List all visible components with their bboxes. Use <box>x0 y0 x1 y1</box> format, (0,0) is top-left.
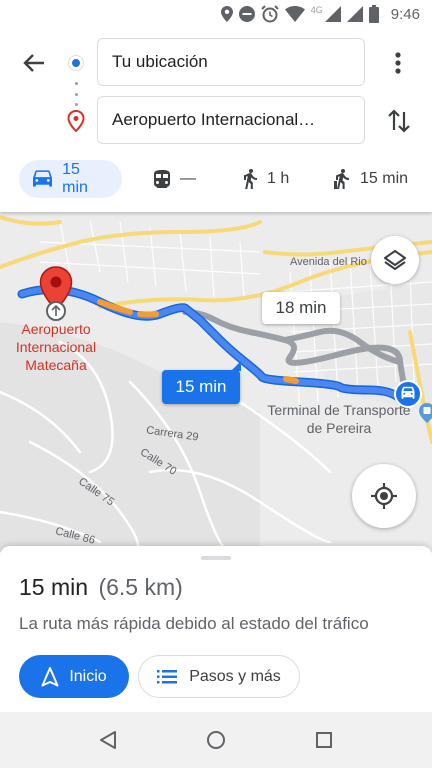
swap-button[interactable] <box>384 104 414 138</box>
route-duration: 15 min (6.5 km) <box>19 574 183 601</box>
mode-transit[interactable]: — <box>154 160 196 198</box>
triangle-back-icon <box>100 731 116 749</box>
bus-station-icon <box>419 403 432 423</box>
layers-icon <box>384 250 406 270</box>
mode-driving[interactable]: 15 min <box>19 160 122 198</box>
layers-button[interactable] <box>371 236 419 284</box>
more-options-button[interactable] <box>386 48 410 78</box>
system-back-button[interactable] <box>96 728 120 752</box>
battery-icon <box>368 5 379 23</box>
route-summary-text: La ruta más rápida debido al estado del … <box>19 614 369 633</box>
signal-icon <box>324 6 341 22</box>
system-recents-button[interactable] <box>312 728 336 752</box>
clock: 9:46 <box>390 5 420 23</box>
route-dots-icon <box>75 82 78 106</box>
swap-vert-icon <box>388 109 410 133</box>
square-recents-icon <box>316 732 332 748</box>
distance-value: (6.5 km) <box>98 574 183 600</box>
sheet-drag-handle[interactable] <box>201 556 231 560</box>
street-label: Avenida del Rio <box>290 256 367 268</box>
train-icon <box>154 170 170 188</box>
more-vert-icon <box>395 52 401 74</box>
airport-label: Aeropuerto Internacional Matecaña <box>15 321 97 373</box>
do-not-disturb-icon <box>238 6 255 22</box>
signal-2-icon <box>346 6 363 22</box>
wifi-icon <box>284 6 305 22</box>
location-icon <box>220 6 233 22</box>
steps-and-more-button[interactable]: Pasos y más <box>138 655 300 698</box>
duration-value: 15 min <box>19 574 89 600</box>
origin-dot-icon <box>69 56 83 70</box>
arrow-back-icon <box>23 54 44 72</box>
system-navigation-bar <box>0 712 432 768</box>
alarm-icon <box>261 5 279 23</box>
map-view[interactable]: Avenida del Rio Carrera 29 Calle 70 Call… <box>0 212 432 552</box>
mode-ride[interactable]: 15 min <box>334 160 408 198</box>
car-destination-icon <box>394 380 422 408</box>
navigation-arrow-icon <box>41 666 59 686</box>
car-icon <box>33 170 53 187</box>
mode-walking[interactable]: 1 h <box>243 160 289 198</box>
walk-icon <box>244 169 257 189</box>
back-button[interactable] <box>18 50 50 76</box>
destination-pin-icon <box>67 110 85 132</box>
list-icon <box>157 669 178 683</box>
system-home-button[interactable] <box>204 728 228 752</box>
ride-icon <box>334 169 349 189</box>
primary-route-time-chip[interactable]: 15 min <box>162 361 241 404</box>
start-navigation-button[interactable]: Inicio <box>19 655 129 698</box>
route-summary-sheet[interactable]: 15 min (6.5 km) La ruta más rápida debid… <box>0 546 432 712</box>
travel-modes: 15 min — 1 h 15 min <box>0 150 432 212</box>
my-location-button[interactable] <box>352 464 416 528</box>
origin-field[interactable]: Tu ubicación <box>97 38 365 86</box>
alt-route-time-chip[interactable]: 18 min <box>262 292 340 324</box>
network-type: 4G <box>310 5 323 15</box>
directions-header: Tu ubicación Aeropuerto Internacional… <box>0 30 432 150</box>
destination-field[interactable]: Aeropuerto Internacional… <box>97 96 365 144</box>
airport-marker-icon <box>46 301 66 321</box>
status-bar: 4G 9:46 <box>0 0 432 30</box>
my-location-icon <box>371 483 397 509</box>
circle-home-icon <box>207 731 225 749</box>
